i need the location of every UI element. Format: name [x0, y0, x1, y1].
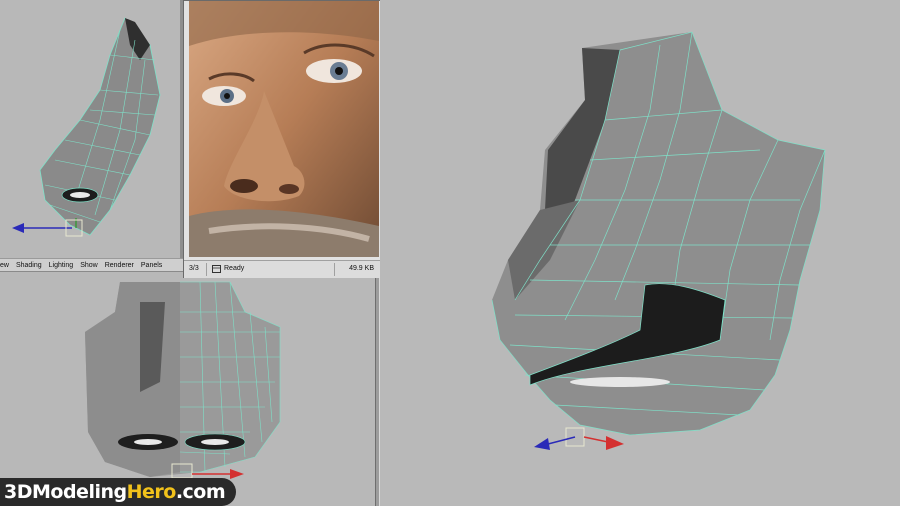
axis-gizmo-icon	[534, 427, 624, 450]
main-viewport[interactable]	[380, 0, 900, 506]
status-separator	[206, 263, 207, 276]
menu-show[interactable]: Show	[80, 262, 98, 269]
axis-gizmo-icon	[12, 218, 83, 237]
page-indicator: 3/3	[189, 265, 199, 272]
image-viewer-window[interactable]: 3/3 Ready 49.9 KB	[183, 0, 383, 278]
nose-mesh-perspective	[491, 31, 826, 436]
image-viewer-status-bar: 3/3 Ready 49.9 KB	[184, 260, 382, 278]
site-logo: 3DModelingHero.com	[0, 478, 236, 506]
viewport-menu-bar: ew Shading Lighting Show Renderer Panels	[0, 258, 183, 272]
reference-photo	[189, 1, 379, 257]
menu-renderer[interactable]: Renderer	[105, 262, 134, 269]
bottom-left-viewport[interactable]	[0, 272, 375, 506]
menu-lighting[interactable]: Lighting	[49, 262, 74, 269]
image-icon	[212, 265, 221, 273]
menu-panels[interactable]: Panels	[141, 262, 162, 269]
status-text: Ready	[224, 265, 245, 272]
menu-shading[interactable]: Shading	[16, 262, 42, 269]
menu-view[interactable]: ew	[0, 262, 9, 269]
status-separator	[334, 263, 335, 276]
top-left-viewport[interactable]	[0, 0, 180, 258]
file-size: 49.9 KB	[349, 265, 374, 272]
